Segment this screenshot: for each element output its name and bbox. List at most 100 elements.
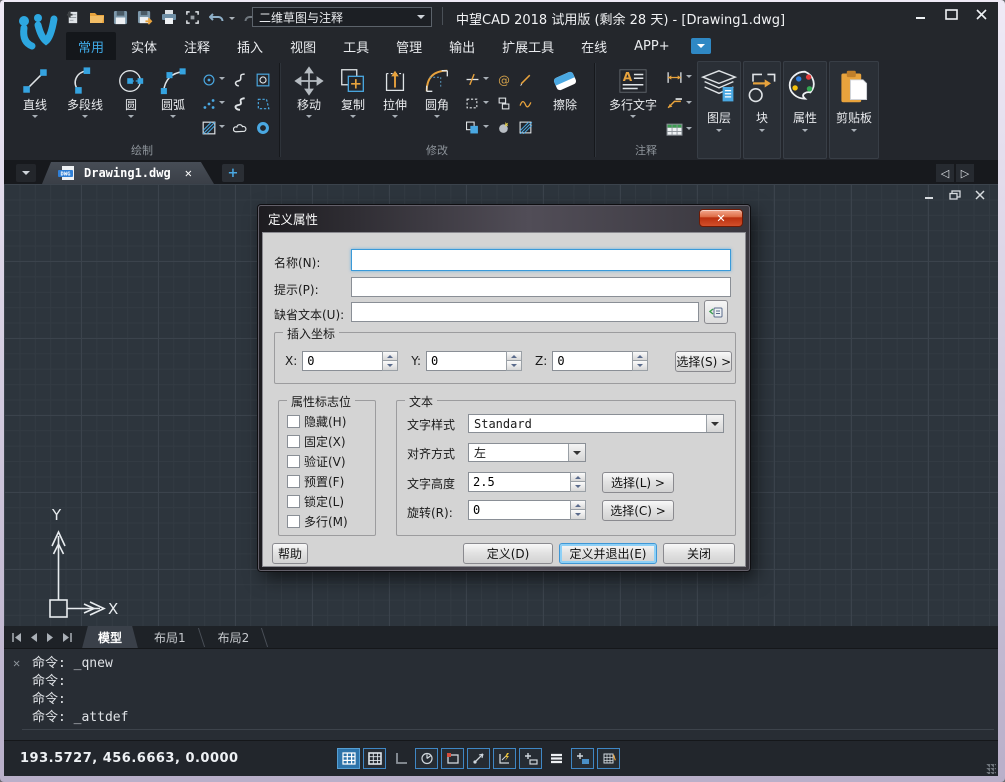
close-command-panel-icon[interactable]: ✕ (13, 656, 20, 670)
annotation-scale-icon[interactable] (519, 748, 542, 769)
spin-up-icon[interactable] (382, 351, 398, 360)
save-as-icon[interactable] (136, 9, 153, 26)
tab-express[interactable]: 扩展工具 (490, 32, 566, 61)
z-input[interactable] (552, 351, 632, 371)
spin-down-icon[interactable] (382, 360, 398, 371)
minimize-icon[interactable] (914, 8, 928, 20)
spin-down-icon[interactable] (632, 360, 648, 371)
spin-down-icon[interactable] (506, 360, 522, 371)
circle-button[interactable]: 圆 (112, 64, 150, 121)
help-button[interactable]: 帮助 (272, 543, 308, 564)
copy-button[interactable]: 复制 (331, 64, 375, 121)
pick-rotation-button[interactable]: 选择(C) > (602, 500, 674, 521)
spline-fit-tool[interactable] (233, 92, 248, 116)
command-line-panel[interactable]: ✕ 命令: _qnew 命令: 命令: 命令: _attdef (4, 648, 998, 740)
plot-preview-icon[interactable] (184, 9, 201, 26)
donut-tool[interactable] (256, 116, 270, 140)
stretch-button[interactable]: 拉伸 (375, 64, 415, 121)
point-tool[interactable] (202, 68, 225, 92)
tab-solid[interactable]: 实体 (119, 32, 169, 61)
dialog-title-bar[interactable]: 定义属性 (259, 206, 749, 231)
blend-tool[interactable] (497, 116, 511, 140)
dynamic-ucs-icon[interactable] (597, 748, 620, 769)
tab-layout1[interactable]: 布局1 (138, 626, 202, 649)
spin-up-icon[interactable] (632, 351, 648, 360)
erase-button[interactable]: 擦除 (541, 64, 589, 112)
name-input[interactable] (351, 249, 731, 271)
divide-tool[interactable] (202, 92, 225, 116)
tab-model[interactable]: 模型 (82, 626, 138, 649)
tab-annotate[interactable]: 注释 (172, 32, 222, 61)
close-tab-icon[interactable]: ✕ (185, 166, 192, 180)
undo-icon[interactable] (208, 9, 225, 26)
insert-field-button[interactable] (704, 300, 728, 324)
maximize-icon[interactable] (944, 8, 958, 20)
default-text-input[interactable] (351, 302, 699, 322)
multiline-checkbox[interactable] (287, 515, 300, 528)
grid-display-icon[interactable] (363, 748, 386, 769)
wipeout-tool[interactable] (256, 92, 270, 116)
x-input[interactable] (302, 351, 382, 371)
offset-tool[interactable] (465, 116, 489, 140)
lineweight-icon[interactable] (545, 748, 568, 769)
layer-button[interactable]: 图层 (697, 61, 741, 159)
hatch-tool[interactable] (202, 116, 225, 140)
pick-height-button[interactable]: 选择(L) > (602, 472, 674, 493)
snap-tracking-icon[interactable] (467, 748, 490, 769)
spline-tool[interactable] (233, 68, 248, 92)
rotation-input[interactable] (468, 500, 570, 520)
print-icon[interactable] (160, 9, 177, 26)
constant-checkbox[interactable] (287, 435, 300, 448)
polar-icon[interactable] (415, 748, 438, 769)
leader-tool[interactable] (666, 91, 692, 117)
prev-layout-icon[interactable] (27, 630, 40, 644)
line-button[interactable]: 直线 (12, 64, 58, 121)
align-tool[interactable] (497, 92, 511, 116)
scale-tool[interactable] (465, 92, 489, 116)
reverse-tool[interactable] (519, 92, 533, 116)
tab-online[interactable]: 在线 (569, 32, 619, 61)
doc-tab-list-button[interactable] (16, 164, 36, 182)
scroll-tabs-left-icon[interactable]: ◁ (936, 164, 954, 182)
lock-checkbox[interactable] (287, 495, 300, 508)
dialog-close-button[interactable]: ✕ (699, 209, 743, 227)
preset-checkbox[interactable] (287, 475, 300, 488)
polyline-button[interactable]: 多段线 (58, 64, 112, 121)
grid-icon[interactable] (337, 748, 360, 769)
spin-down-icon[interactable] (570, 481, 586, 492)
last-layout-icon[interactable] (61, 630, 74, 644)
revcloud-tool[interactable] (233, 116, 248, 140)
first-layout-icon[interactable] (10, 630, 23, 644)
trim-tool[interactable] (465, 68, 489, 92)
hidden-checkbox[interactable] (287, 415, 300, 428)
measure-tool[interactable]: @ (497, 68, 511, 92)
ribbon-toggle-button[interactable] (691, 38, 711, 54)
osnap-icon[interactable] (441, 748, 464, 769)
define-button[interactable]: 定义(D) (463, 543, 553, 564)
clipboard-button[interactable]: 剪贴板 (829, 61, 879, 159)
erase-line-tool[interactable] (519, 68, 533, 92)
scroll-tabs-right-icon[interactable]: ▷ (956, 164, 974, 182)
fillet-button[interactable]: 圆角 (415, 64, 459, 121)
doc-close-icon[interactable] (973, 189, 986, 200)
define-and-exit-button[interactable]: 定义并退出(E) (559, 543, 657, 564)
table-tool[interactable] (666, 117, 692, 143)
tab-output[interactable]: 输出 (437, 32, 487, 61)
new-tab-button[interactable]: + (222, 164, 244, 182)
tab-tools[interactable]: 工具 (331, 32, 381, 61)
region-tool[interactable] (256, 68, 270, 92)
gradient-tool[interactable] (519, 116, 533, 140)
properties-button[interactable]: 属性 (783, 61, 827, 159)
tab-home[interactable]: 常用 (66, 32, 116, 61)
arc-button[interactable]: 圆弧 (150, 64, 196, 121)
tab-view[interactable]: 视图 (278, 32, 328, 61)
close-icon[interactable] (974, 8, 988, 20)
doc-minimize-icon[interactable] (923, 189, 936, 200)
spin-up-icon[interactable] (506, 351, 522, 360)
drawing-canvas[interactable]: Y X 定义属性 ✕ 名称(N): 提示(P): 缺省文本(U): 插入坐标 (4, 184, 998, 626)
resize-grip[interactable] (986, 764, 996, 774)
undo-dropdown-icon[interactable] (229, 17, 235, 23)
doc-restore-icon[interactable] (948, 189, 961, 200)
spin-up-icon[interactable] (570, 472, 586, 481)
text-style-select[interactable]: Standard (468, 414, 724, 433)
